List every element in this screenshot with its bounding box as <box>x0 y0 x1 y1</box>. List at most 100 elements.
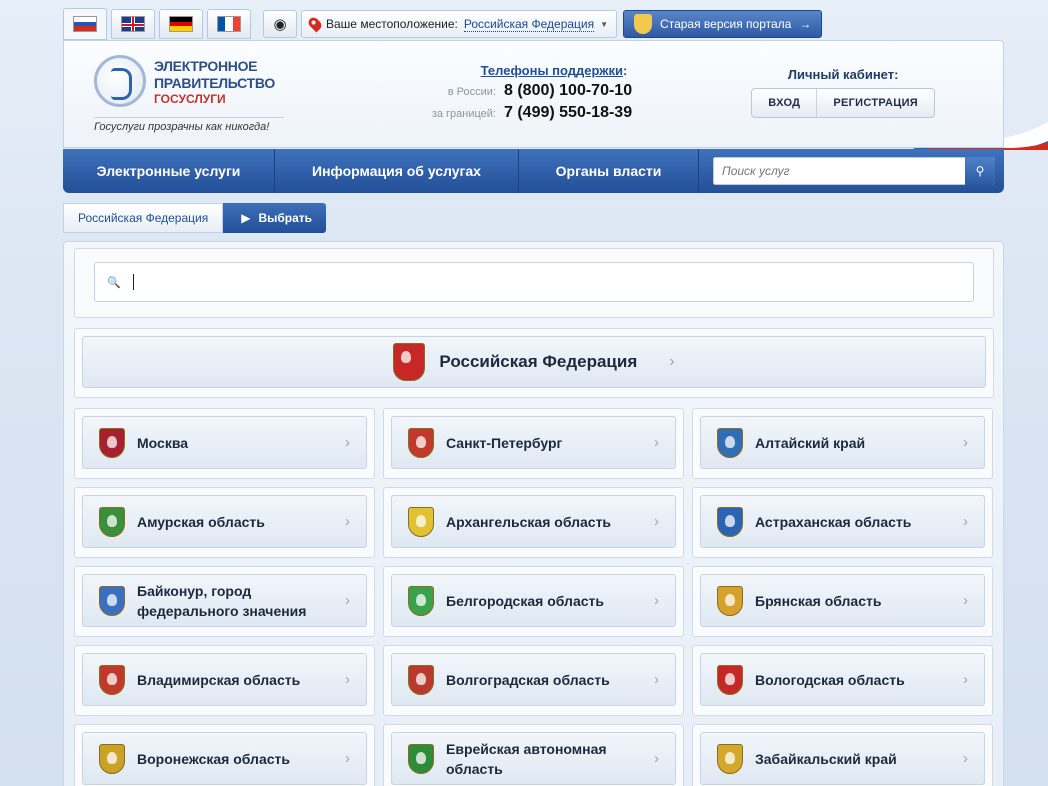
region-button[interactable]: Еврейская автономная область › <box>391 732 676 785</box>
nav-authorities[interactable]: Органы власти <box>519 149 699 193</box>
region-coat-of-arms-icon <box>717 664 743 695</box>
region-button[interactable]: Владимирская область › <box>82 653 367 706</box>
region-search-box: 🔍 <box>74 248 994 318</box>
search-icon: 🔍 <box>107 276 121 289</box>
region-label: Вологодская область <box>755 671 905 688</box>
service-search: ⚲ <box>713 157 995 185</box>
region-card: Еврейская автономная область › <box>383 724 684 786</box>
region-button[interactable]: Алтайский край › <box>700 416 985 469</box>
text-cursor <box>132 274 134 290</box>
divider <box>94 117 284 118</box>
region-coat-of-arms-icon <box>99 506 125 537</box>
region-coat-of-arms-icon <box>99 743 125 774</box>
region-label: Брянская область <box>755 592 882 609</box>
chevron-right-icon: › <box>345 513 350 530</box>
federation-card: Российская Федерация › <box>74 328 994 398</box>
region-label: Амурская область <box>137 513 265 530</box>
region-card: Астраханская область › <box>692 487 993 558</box>
region-grid: Москва › Санкт-Петербург › Алтайский край › Ам… <box>74 408 993 786</box>
region-button[interactable]: Москва › <box>82 416 367 469</box>
region-label: Забайкальский край <box>755 750 897 767</box>
chevron-right-icon: › <box>345 750 350 767</box>
flag-ru-icon <box>73 16 97 32</box>
phone-russia: 8 (800) 100-70-10 <box>504 82 633 99</box>
region-coat-of-arms-icon <box>408 585 434 616</box>
region-label: Алтайский край <box>755 434 866 451</box>
breadcrumb-root[interactable]: Российская Федерация <box>63 203 224 233</box>
chevron-right-icon: › <box>345 592 350 609</box>
region-button[interactable]: Санкт-Петербург › <box>391 416 676 469</box>
region-button[interactable]: Брянская область › <box>700 574 985 627</box>
region-coat-of-arms-icon <box>99 664 125 695</box>
region-label: Волгоградская область <box>446 671 610 688</box>
location-selector[interactable]: Ваше местоположение: Российская Федераци… <box>301 10 618 38</box>
region-card: Вологодская область › <box>692 645 993 716</box>
region-button[interactable]: Забайкальский край › <box>700 732 985 785</box>
triangle-right-icon: ▶ <box>241 211 251 225</box>
personal-cabinet-title: Личный кабинет: <box>787 67 899 82</box>
location-label: Ваше местоположение: <box>326 17 458 31</box>
search-button[interactable]: ⚲ <box>965 157 995 185</box>
region-card: Байконур, город федерального значения › <box>74 566 375 637</box>
region-coat-of-arms-icon <box>717 506 743 537</box>
language-fr-tab[interactable] <box>207 9 251 39</box>
region-label: Санкт-Петербург <box>446 434 563 451</box>
region-label: Астраханская область <box>755 513 912 530</box>
region-card: Санкт-Петербург › <box>383 408 684 479</box>
logo-line-2: ПРАВИТЕЛЬСТВО <box>154 75 275 91</box>
phone-abroad: 7 (499) 550-18-39 <box>504 104 633 121</box>
region-button[interactable]: Амурская область › <box>82 495 367 548</box>
chevron-right-icon: › <box>345 434 350 451</box>
region-label: Еврейская автономная область <box>446 740 607 777</box>
federation-button[interactable]: Российская Федерация › <box>82 336 986 388</box>
region-label: Владимирская область <box>137 671 301 688</box>
region-card: Алтайский край › <box>692 408 993 479</box>
chevron-right-icon: › <box>963 592 968 609</box>
support-phones-title[interactable]: Телефоны поддержки <box>481 63 623 78</box>
chevron-right-icon: › <box>963 434 968 451</box>
region-button[interactable]: Астраханская область › <box>700 495 985 548</box>
region-coat-of-arms-icon <box>99 427 125 458</box>
old-portal-button[interactable]: Старая версия портала → <box>623 10 823 38</box>
colon: : <box>623 63 628 78</box>
logo-icon <box>94 55 146 107</box>
slogan: Госуслуги прозрачны как никогда! <box>94 121 270 133</box>
region-coat-of-arms-icon <box>99 585 125 616</box>
region-card: Белгородская область › <box>383 566 684 637</box>
breadcrumb-current-label: Выбрать <box>258 211 313 225</box>
personal-cabinet: Личный кабинет: ВХОД РЕГИСТРАЦИЯ <box>751 67 935 118</box>
language-de-tab[interactable] <box>159 9 203 39</box>
language-en-tab[interactable] <box>111 9 155 39</box>
breadcrumb: Российская Федерация ▶ Выбрать <box>63 203 327 233</box>
top-bar: ◉ Ваше местоположение: Российская Федера… <box>63 8 823 40</box>
region-card: Москва › <box>74 408 375 479</box>
region-button[interactable]: Вологодская область › <box>700 653 985 706</box>
region-search-input[interactable]: 🔍 <box>94 262 974 302</box>
region-button[interactable]: Воронежская область › <box>82 732 367 785</box>
nav-electronic-services[interactable]: Электронные услуги <box>63 149 275 193</box>
phone-abroad-label: за границей: <box>431 108 496 120</box>
region-button[interactable]: Архангельская область › <box>391 495 676 548</box>
chevron-right-icon: › <box>345 671 350 688</box>
service-search-input[interactable] <box>713 157 965 185</box>
chevron-right-icon: › <box>963 513 968 530</box>
region-button[interactable]: Волгоградская область › <box>391 653 676 706</box>
region-coat-of-arms-icon <box>717 743 743 774</box>
flag-gb-icon <box>121 16 145 32</box>
region-button[interactable]: Байконур, город федерального значения › <box>82 574 367 627</box>
caret-down-icon: ▼ <box>600 19 609 29</box>
logo-line-3: ГОСУСЛУГИ <box>154 92 226 106</box>
register-button[interactable]: РЕГИСТРАЦИЯ <box>816 89 934 117</box>
region-card: Воронежская область › <box>74 724 375 786</box>
nav-service-information[interactable]: Информация об услугах <box>275 149 519 193</box>
region-button[interactable]: Белгородская область › <box>391 574 676 627</box>
chevron-right-icon: › <box>654 434 659 451</box>
region-label: Архангельская область <box>446 513 612 530</box>
federation-label: Российская Федерация <box>439 352 638 371</box>
region-card: Волгоградская область › <box>383 645 684 716</box>
support-phones: Телефоны поддержки: в России: 8 (800) 10… <box>424 63 684 122</box>
accessibility-button[interactable]: ◉ <box>263 10 297 38</box>
login-button[interactable]: ВХОД <box>752 89 816 117</box>
language-ru-tab[interactable] <box>63 8 107 40</box>
location-value[interactable]: Российская Федерация <box>463 17 595 32</box>
